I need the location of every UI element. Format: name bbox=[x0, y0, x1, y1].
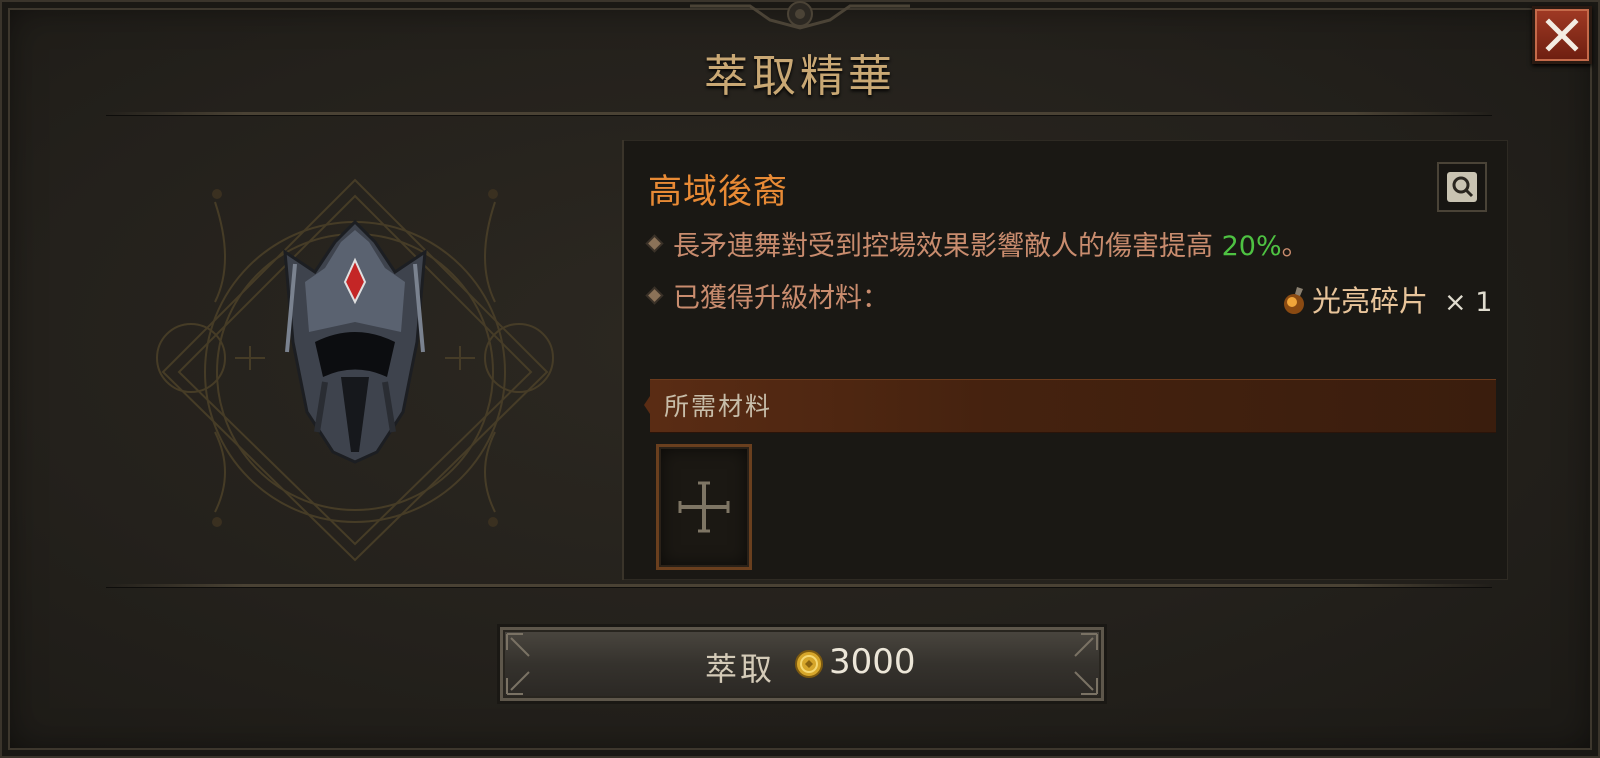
magnify-scroll-icon bbox=[1447, 172, 1477, 202]
upgrade-row: 已獲得升級材料： bbox=[648, 276, 889, 315]
panel-edge bbox=[622, 140, 624, 580]
plus-cross-icon bbox=[678, 481, 730, 533]
extract-button[interactable]: 萃取 3000 bbox=[500, 627, 1104, 701]
corner-ornament-icon bbox=[1074, 633, 1098, 657]
upgrade-label: 已獲得升級材料： bbox=[673, 283, 889, 314]
close-x-icon bbox=[1545, 18, 1579, 52]
upgrade-material-qty: × 1 bbox=[1444, 287, 1493, 318]
shard-flask-icon bbox=[1284, 287, 1304, 314]
extract-button-label: 萃取 bbox=[705, 650, 776, 688]
corner-ornament-icon bbox=[1074, 671, 1098, 695]
aspect-name: 高域後裔 bbox=[648, 172, 788, 212]
inspect-button[interactable] bbox=[1437, 162, 1487, 212]
material-slot[interactable] bbox=[656, 444, 752, 570]
upgrade-material-name: 光亮碎片 bbox=[1312, 284, 1429, 318]
corner-ornament-icon bbox=[506, 671, 530, 695]
bullet-diamond-icon bbox=[648, 237, 661, 250]
required-materials-header bbox=[650, 379, 1496, 433]
dialog-title: 萃取精華 bbox=[704, 51, 896, 102]
helm-aspect-emblem-icon bbox=[156, 178, 554, 562]
required-materials-label: 所需材料 bbox=[664, 392, 773, 421]
top-ornament-icon bbox=[690, 1, 910, 30]
effect-text: 長矛連舞對受到控場效果影響敵人的傷害提高 bbox=[673, 231, 1222, 262]
aspect-effect-row: 長矛連舞對受到控場效果影響敵人的傷害提高 20%。 bbox=[648, 224, 1309, 263]
close-button[interactable] bbox=[1532, 6, 1592, 64]
effect-value: 20% bbox=[1221, 231, 1282, 262]
extract-cost: 3000 bbox=[829, 642, 916, 682]
upgrade-material: 光亮碎片 × 1 bbox=[1282, 278, 1492, 320]
bottom-divider bbox=[106, 584, 1492, 587]
bullet-diamond-icon bbox=[648, 289, 661, 302]
corner-ornament-icon bbox=[506, 633, 530, 657]
title-divider bbox=[106, 112, 1492, 115]
gold-coin-icon bbox=[795, 650, 823, 678]
effect-suffix: 。 bbox=[1281, 231, 1309, 262]
